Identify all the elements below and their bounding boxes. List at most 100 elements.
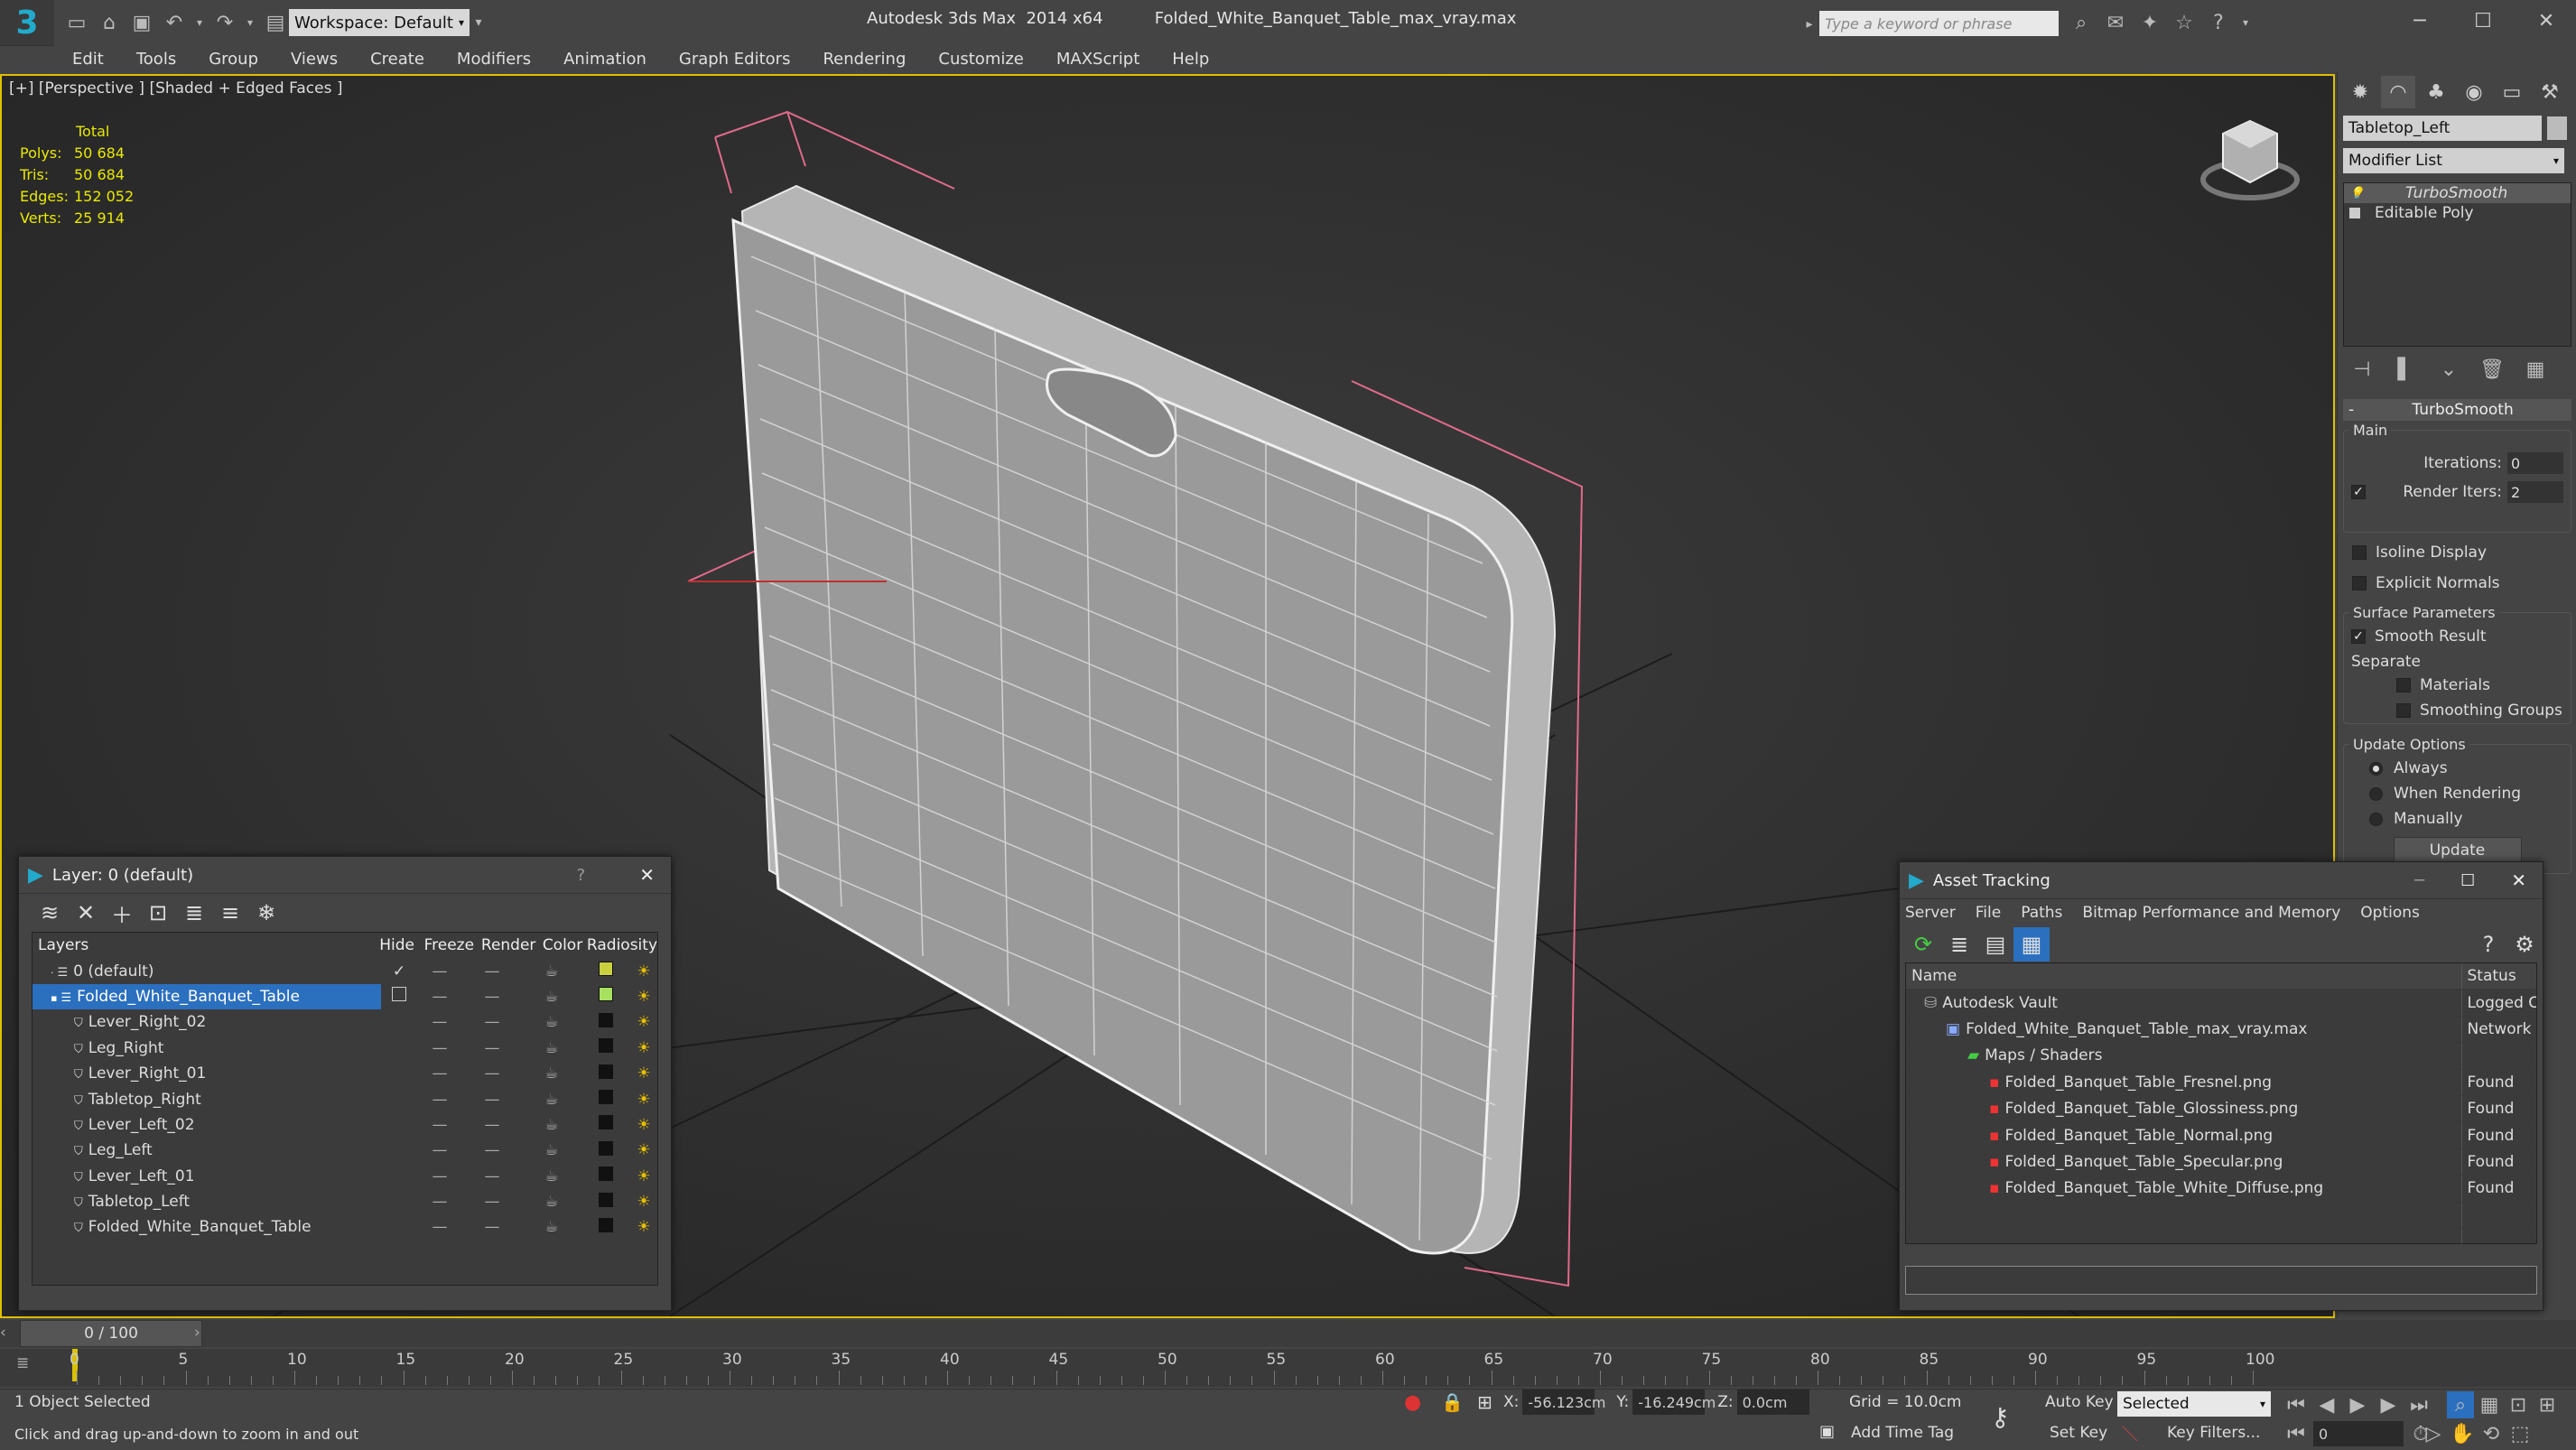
layer-row[interactable]: ▪ ☰ Folded_White_Banquet_Table — — ☕ ☀ — [33, 983, 657, 1010]
render-teapot-icon[interactable]: ☕ — [522, 1189, 581, 1214]
layer-row[interactable]: ⛉ Tabletop_Left — — ☕ ☀ — [33, 1189, 657, 1214]
render-iters-checkbox[interactable]: ✓ — [2351, 485, 2366, 499]
zoom-extents-icon[interactable]: ⊡ — [2505, 1391, 2532, 1418]
layer-name-cell[interactable]: ▪ ☰ Folded_White_Banquet_Table — [33, 983, 381, 1010]
active-layer-cell[interactable] — [381, 1112, 417, 1138]
layer-row[interactable]: ⛉ Leg_Right — — ☕ ☀ — [33, 1036, 657, 1061]
go-to-start-icon[interactable]: ⏮ — [2283, 1391, 2310, 1418]
asset-name-cell[interactable]: ▪ Folded_Banquet_Table_Glossiness.png — [1906, 1095, 2461, 1123]
freeze-cell[interactable]: — — [462, 984, 522, 1009]
render-teapot-icon[interactable]: ☕ — [522, 1061, 581, 1086]
menu-group[interactable]: Group — [192, 45, 274, 72]
current-frame-field[interactable]: 0 — [2313, 1421, 2404, 1446]
render-teapot-icon[interactable]: ☕ — [522, 1086, 581, 1111]
render-teapot-icon[interactable]: ☕ — [522, 1036, 581, 1061]
color-cell[interactable] — [581, 1189, 630, 1214]
asset-name-cell[interactable]: ▣ Folded_White_Banquet_Table_max_vray.max — [1906, 1016, 2461, 1044]
pan-icon[interactable]: ✋ — [2449, 1420, 2476, 1447]
materials-checkbox[interactable] — [2396, 678, 2411, 692]
close-icon[interactable]: ✕ — [639, 864, 655, 886]
color-cell[interactable] — [581, 1164, 630, 1189]
radiosity-sun-icon[interactable]: ☀ — [630, 1164, 657, 1189]
isoline-checkbox[interactable] — [2352, 545, 2367, 560]
expand-icon[interactable]: ▪ — [51, 992, 57, 1004]
render-teapot-icon[interactable]: ☕ — [522, 1009, 581, 1035]
time-tag-icon[interactable]: ▣ — [1819, 1422, 1835, 1441]
open-file-icon[interactable]: ⌂ — [96, 9, 123, 36]
zoom-extents-all-icon[interactable]: ⊞ — [2534, 1391, 2561, 1418]
radiosity-sun-icon[interactable]: ☀ — [630, 1112, 657, 1138]
search-input[interactable]: Type a keyword or phrase — [1819, 11, 2059, 36]
maximize-icon[interactable]: ☐ — [2460, 871, 2475, 890]
time-slider-thumb[interactable]: 0 / 100 — [20, 1320, 202, 1347]
z-coordinate-field[interactable]: 0.0cm — [1736, 1390, 1809, 1415]
workspace-dropdown[interactable]: Workspace: Default ▾ — [289, 9, 470, 36]
menu-views[interactable]: Views — [274, 45, 354, 72]
layer-color-swatch[interactable] — [599, 1012, 613, 1027]
asset-menu-file[interactable]: File — [1976, 904, 2001, 922]
layer-color-swatch[interactable] — [599, 1090, 613, 1105]
explicit-normals-row[interactable]: Explicit Normals — [2352, 574, 2571, 592]
motion-tab-icon[interactable]: ◉ — [2457, 76, 2491, 108]
layer-row[interactable]: ⛉ Leg_Left — — ☕ ☀ — [33, 1138, 657, 1163]
freeze-cell[interactable]: — — [462, 1036, 522, 1061]
menu-graph-editors[interactable]: Graph Editors — [663, 45, 807, 72]
undo-icon[interactable]: ↶ — [161, 9, 188, 36]
menu-create[interactable]: Create — [354, 45, 441, 72]
active-layer-cell[interactable] — [381, 1009, 417, 1035]
isoline-row[interactable]: Isoline Display — [2352, 544, 2571, 562]
update-button[interactable]: Update — [2393, 837, 2522, 864]
hide-cell[interactable]: — — [417, 1138, 462, 1163]
column-header-layers[interactable]: Layers — [33, 933, 339, 959]
menu-edit[interactable]: Edit — [54, 45, 120, 72]
close-icon[interactable]: ✕ — [2511, 869, 2526, 891]
layer-name-cell[interactable]: ⛉ Lever_Right_01 — [33, 1061, 381, 1086]
display-tab-icon[interactable]: ▭ — [2495, 76, 2529, 108]
project-folder-icon[interactable]: ▤ — [262, 9, 289, 36]
menu-rendering[interactable]: Rendering — [806, 45, 922, 72]
track-bar[interactable]: ≣ 0 5 10 15 20 25 30 35 40 45 50 55 60 65 70 75 80 85 90 95… — [0, 1349, 2576, 1387]
layer-row[interactable]: · ☰ 0 (default) ✓ — — ☕ ☀ — [33, 958, 657, 983]
asset-row[interactable]: ▪ Folded_Banquet_Table_White_Diffuse.png F… — [1906, 1175, 2536, 1203]
hide-all-layers-icon[interactable]: ≡ — [212, 896, 248, 930]
explicit-normals-checkbox[interactable] — [2352, 576, 2367, 590]
orbit-icon[interactable]: ⟲ — [2478, 1420, 2505, 1447]
hide-cell[interactable]: — — [417, 1036, 462, 1061]
active-layer-cell[interactable] — [381, 1086, 417, 1111]
layer-color-swatch[interactable] — [599, 1192, 613, 1207]
asset-row[interactable]: ▪ Folded_Banquet_Table_Specular.png Found — [1906, 1148, 2536, 1176]
absolute-mode-icon[interactable]: ⊞ — [1477, 1391, 1493, 1413]
asset-name-cell[interactable]: ▪ Folded_Banquet_Table_White_Diffuse.png — [1906, 1175, 2461, 1203]
radiosity-sun-icon[interactable]: ☀ — [630, 1036, 657, 1061]
layer-row[interactable]: ⛉ Lever_Left_01— — ☕ ☀ — [33, 1164, 657, 1189]
layer-color-swatch[interactable] — [599, 962, 613, 977]
render-teapot-icon[interactable]: ☕ — [522, 1164, 581, 1189]
layer-color-swatch[interactable] — [599, 1140, 613, 1156]
always-row[interactable]: Always — [2369, 759, 2563, 777]
column-header-name[interactable]: Name — [1906, 963, 2461, 990]
object-color-swatch[interactable] — [2547, 116, 2567, 140]
layer-color-swatch[interactable] — [599, 1115, 613, 1130]
smooth-result-checkbox[interactable]: ✓ — [2351, 629, 2366, 644]
asset-name-cell[interactable]: ▰ Maps / Shaders — [1906, 1042, 2461, 1070]
color-cell[interactable] — [581, 1214, 630, 1240]
table-view-icon[interactable]: ▦ — [2013, 927, 2050, 962]
create-layer-icon[interactable]: ≋ — [32, 896, 68, 930]
isolate-toggle-icon[interactable]: ● — [1404, 1391, 1421, 1414]
layer-color-swatch[interactable] — [599, 987, 613, 1002]
column-header-radiosity[interactable]: Radiosity — [586, 933, 657, 959]
search-expand-icon[interactable]: ▸ — [1801, 11, 1818, 38]
asset-row[interactable]: ▰ Maps / Shaders — [1906, 1042, 2536, 1070]
y-coordinate-field[interactable]: -16.249cm — [1632, 1390, 1716, 1415]
radiosity-sun-icon[interactable]: ☀ — [630, 1189, 657, 1214]
manually-radio[interactable] — [2369, 812, 2383, 826]
color-cell[interactable] — [581, 1036, 630, 1061]
menu-modifiers[interactable]: Modifiers — [441, 45, 547, 72]
key-filters-button[interactable]: Key Filters... — [2167, 1424, 2260, 1442]
key-icon[interactable]: ⚷ — [1991, 1402, 2010, 1432]
active-layer-cell[interactable] — [381, 1036, 417, 1061]
column-header-freeze[interactable]: Freeze — [419, 933, 479, 959]
render-teapot-icon[interactable]: ☕ — [522, 1138, 581, 1163]
freeze-cell[interactable]: — — [462, 1189, 522, 1214]
freeze-all-layers-icon[interactable]: ❄ — [248, 896, 284, 930]
